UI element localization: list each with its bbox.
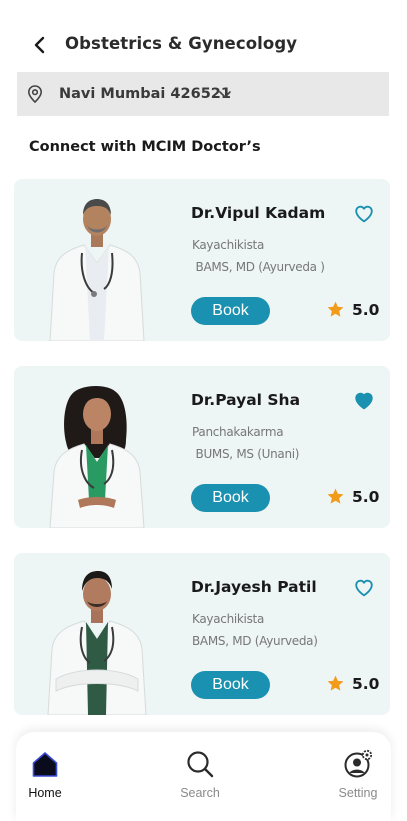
doctor-card[interactable]: Dr.Jayesh Patil Kayachikista BAMS, MD (A… bbox=[14, 553, 390, 715]
star-icon bbox=[327, 488, 344, 504]
doctor-photo bbox=[47, 571, 147, 715]
rating: 5.0 bbox=[326, 300, 379, 319]
location-selector[interactable]: Navi Mumbai 426521 bbox=[17, 72, 389, 116]
rating-value: 5.0 bbox=[352, 487, 380, 506]
star-icon bbox=[327, 675, 344, 691]
page-title: Obstetrics & Gynecology bbox=[65, 34, 298, 53]
chevron-left-icon bbox=[34, 36, 45, 54]
doctor-degree: BAMS, MD (Ayurveda) bbox=[192, 634, 318, 648]
home-icon bbox=[32, 752, 58, 777]
rating-value: 5.0 bbox=[352, 674, 380, 693]
section-title: Connect with MCIM Doctor’s bbox=[29, 139, 261, 155]
doctor-degree: BAMS, MD (Ayurveda ) bbox=[192, 260, 325, 274]
location-text: Navi Mumbai 426521 bbox=[59, 86, 231, 102]
search-icon bbox=[187, 751, 214, 778]
nav-item-setting[interactable]: Setting bbox=[318, 732, 398, 807]
doctor-degree: BUMS, MS (Unani) bbox=[192, 447, 300, 461]
bottom-nav: Home Search Setting bbox=[16, 732, 391, 821]
doctor-specialty: Kayachikista bbox=[192, 238, 264, 252]
map-pin-icon bbox=[27, 85, 43, 104]
app-header: Obstetrics & Gynecology bbox=[0, 22, 407, 66]
heart-outline-icon[interactable] bbox=[353, 203, 375, 225]
book-button[interactable]: Book bbox=[191, 297, 270, 325]
doctor-name: Dr.Jayesh Patil bbox=[191, 578, 317, 596]
doctor-name: Dr.Vipul Kadam bbox=[191, 204, 326, 222]
star-icon bbox=[327, 301, 344, 317]
rating: 5.0 bbox=[326, 674, 379, 693]
settings-icon bbox=[344, 749, 373, 778]
nav-item-home[interactable]: Home bbox=[5, 732, 85, 807]
nav-label-home: Home bbox=[28, 786, 62, 800]
doctor-card[interactable]: Dr.Vipul Kadam Kayachikista BAMS, MD (Ay… bbox=[14, 179, 390, 341]
book-button[interactable]: Book bbox=[191, 671, 270, 699]
heart-outline-icon[interactable] bbox=[353, 577, 375, 599]
doctor-specialty: Kayachikista bbox=[192, 612, 264, 626]
doctor-photo bbox=[49, 199, 145, 341]
nav-label-search: Search bbox=[180, 786, 220, 800]
rating: 5.0 bbox=[326, 487, 379, 506]
doctor-photo bbox=[49, 386, 145, 528]
back-button[interactable] bbox=[28, 33, 52, 57]
book-button[interactable]: Book bbox=[191, 484, 270, 512]
doctor-name: Dr.Payal Sha bbox=[191, 391, 301, 409]
heart-filled-icon[interactable] bbox=[353, 390, 375, 412]
chevron-down-icon bbox=[219, 91, 231, 98]
doctor-card[interactable]: Dr.Payal Sha Panchakakarma BUMS, MS (Una… bbox=[14, 366, 390, 528]
nav-label-setting: Setting bbox=[338, 786, 378, 800]
nav-item-search[interactable]: Search bbox=[160, 732, 240, 807]
rating-value: 5.0 bbox=[352, 300, 380, 319]
doctor-specialty: Panchakakarma bbox=[192, 425, 284, 439]
